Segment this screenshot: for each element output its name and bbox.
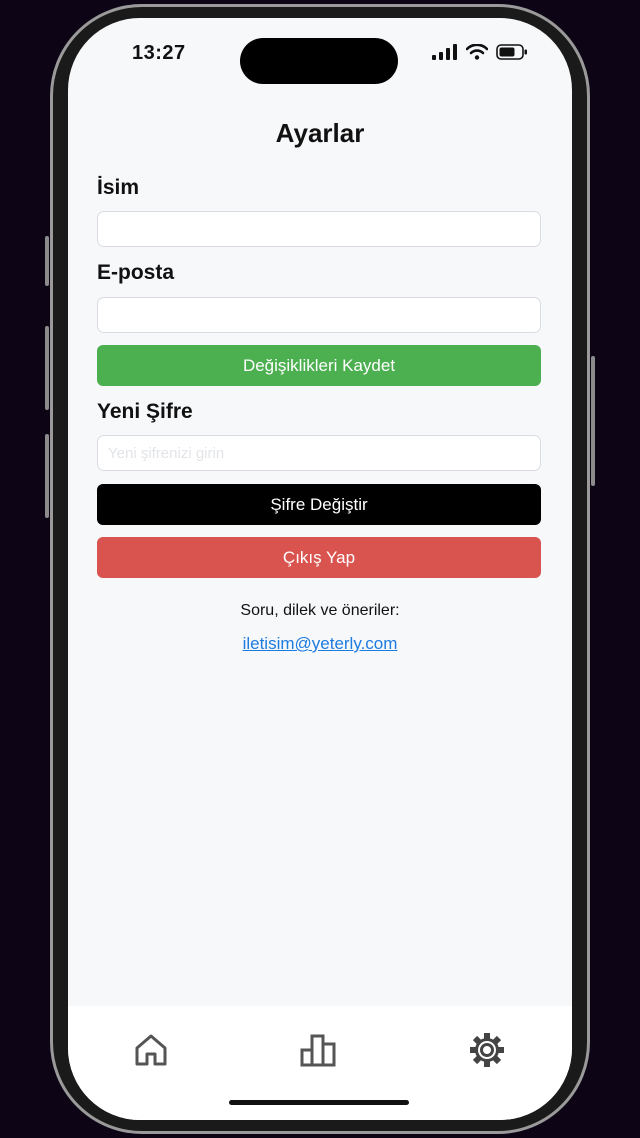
status-bar: 13:27 [68,18,572,88]
app-screen: 13:27 Ayarlar İsim E-posta Değişiklikler… [68,18,572,1120]
name-input[interactable] [97,211,541,247]
tab-home[interactable] [131,1030,171,1070]
action-button [45,236,49,286]
status-icons [432,44,528,60]
signal-icon [432,44,457,60]
power-button [591,356,595,486]
save-changes-button[interactable]: Değişiklikleri Kaydet [97,345,541,386]
tab-stats[interactable] [299,1030,339,1070]
wifi-icon [466,44,488,60]
settings-icon [470,1033,504,1067]
contact-email-link[interactable]: iletisim@yeterly.com [68,634,572,654]
new-password-label: Yeni Şifre [97,400,193,423]
volume-up-button [45,326,49,410]
volume-down-button [45,434,49,518]
tab-settings[interactable] [467,1030,507,1070]
dynamic-island [240,38,398,84]
page-title: Ayarlar [275,118,365,148]
status-time: 13:27 [132,42,186,64]
home-indicator [229,1100,409,1105]
email-label: E-posta [97,261,175,284]
change-password-button[interactable]: Şifre Değiştir [97,484,541,525]
email-input[interactable] [97,297,541,333]
logout-button[interactable]: Çıkış Yap [97,537,541,578]
home-icon [135,1034,167,1066]
stats-icon [300,1034,336,1067]
new-password-input[interactable] [97,435,541,471]
name-label: İsim [97,176,140,199]
feedback-text: Soru, dilek ve öneriler: [240,602,400,619]
battery-icon [496,44,527,60]
